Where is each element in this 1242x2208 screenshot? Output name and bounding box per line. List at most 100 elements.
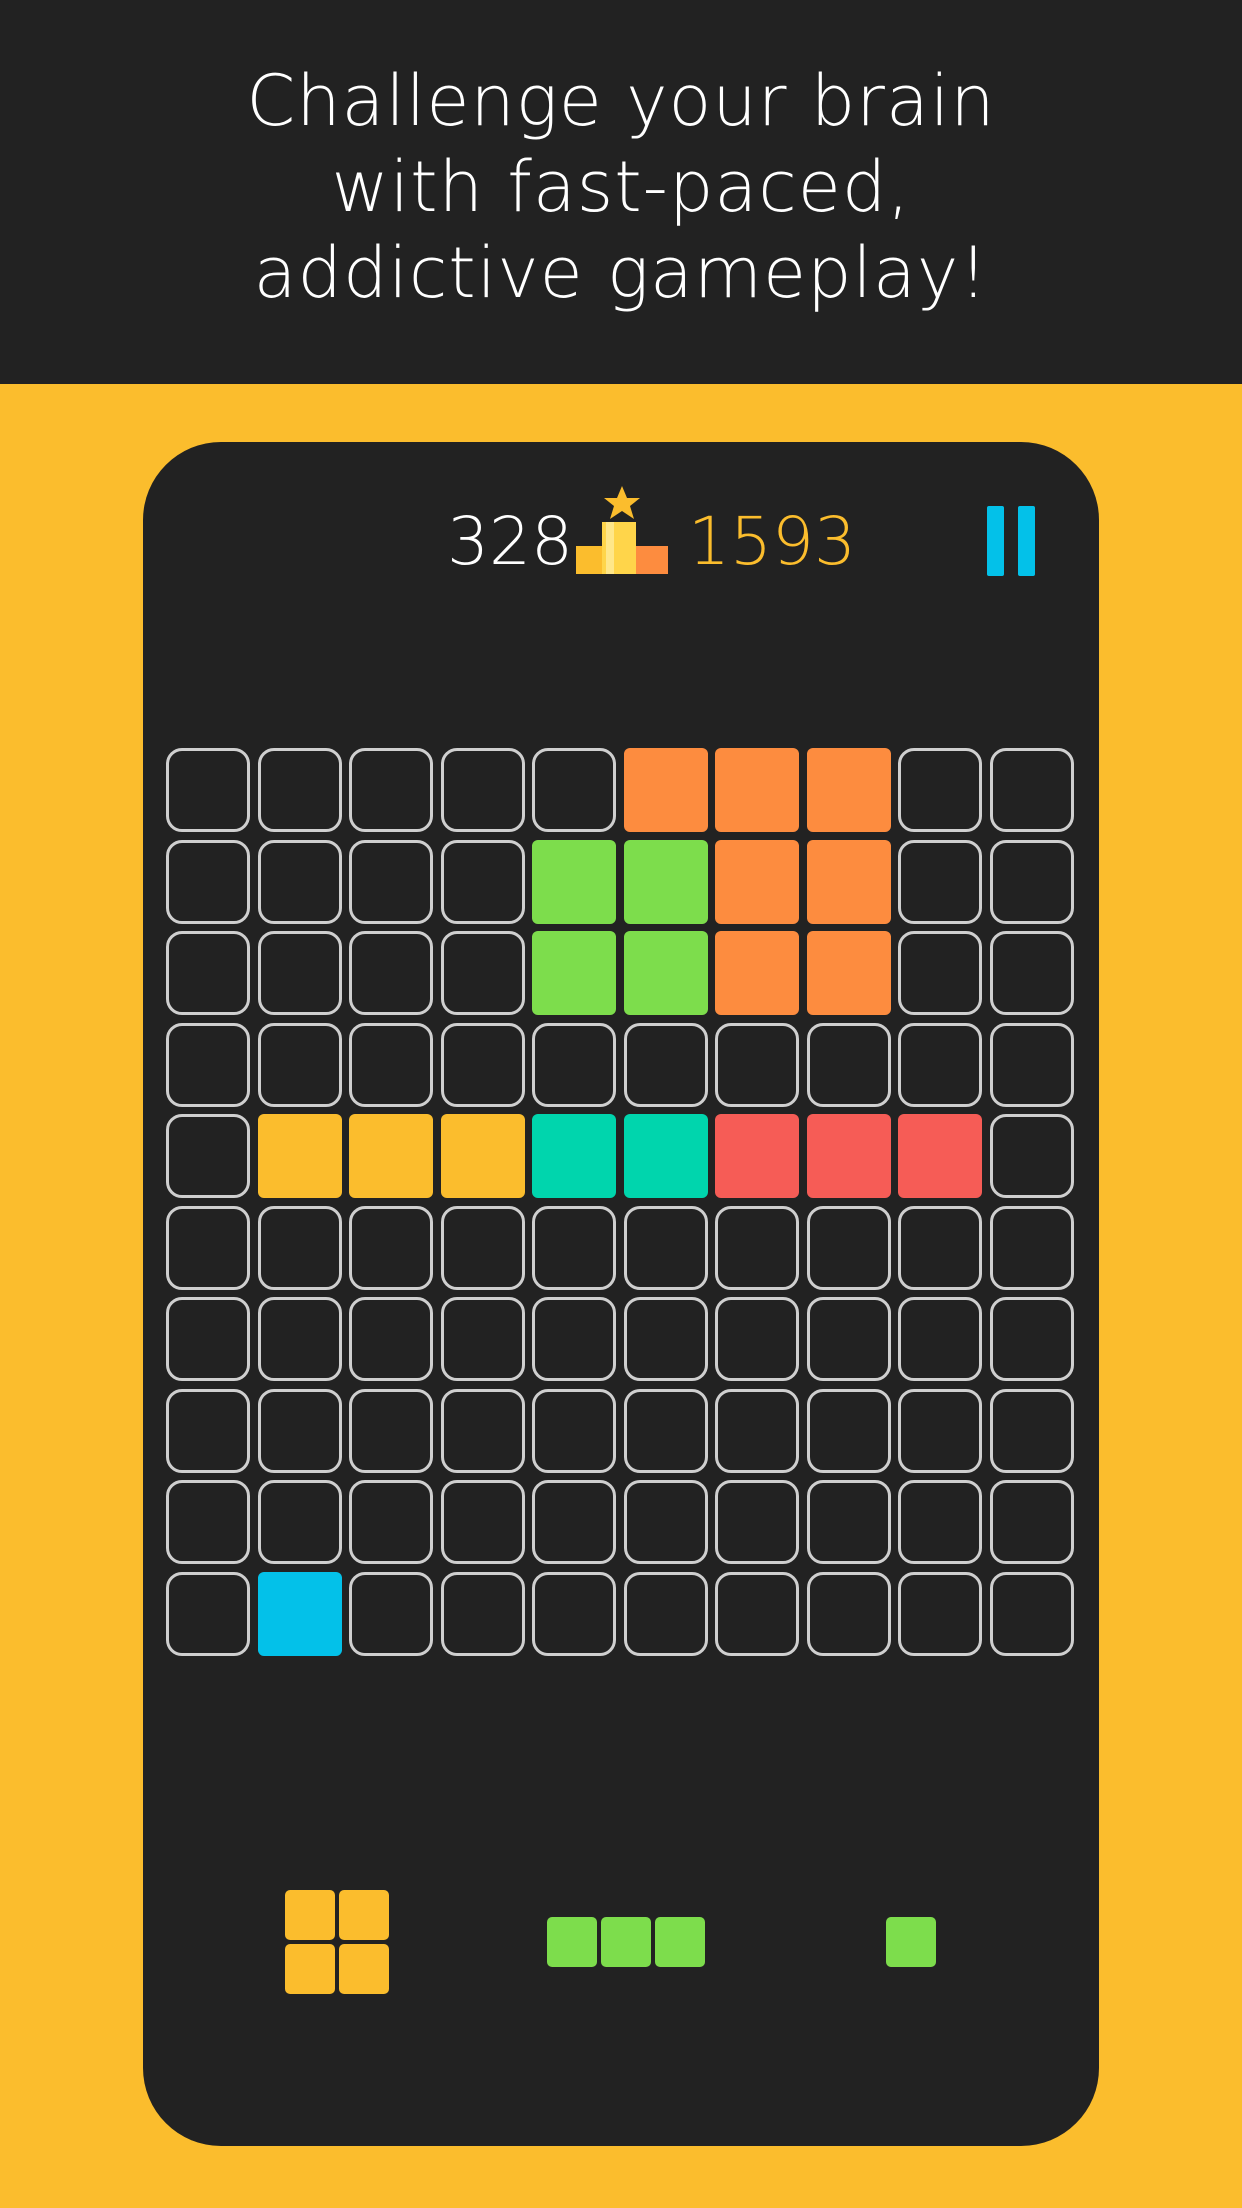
board-cell-filled[interactable] [532, 839, 616, 924]
board-cell-empty[interactable] [623, 1297, 708, 1381]
board-cell-empty[interactable] [166, 1388, 250, 1473]
board-cell-filled[interactable] [715, 1114, 799, 1198]
board-cell-empty[interactable] [349, 748, 433, 832]
board-cell-empty[interactable] [440, 839, 525, 924]
board-cell-empty[interactable] [440, 1571, 525, 1656]
board-cell-empty[interactable] [257, 931, 342, 1015]
board-cell-empty[interactable] [898, 1388, 982, 1473]
board-cell-empty[interactable] [349, 931, 433, 1015]
board-cell-empty[interactable] [806, 1480, 891, 1564]
board-cell-filled[interactable] [806, 839, 891, 924]
board-cell-empty[interactable] [349, 839, 433, 924]
board-cell-empty[interactable] [532, 1205, 616, 1290]
board-cell-empty[interactable] [623, 1480, 708, 1564]
tray-piece-single-1x1[interactable] [886, 1917, 936, 1967]
board-cell-filled[interactable] [532, 931, 616, 1015]
board-cell-filled[interactable] [806, 748, 891, 832]
board-cell-filled[interactable] [623, 748, 708, 832]
board-cell-empty[interactable] [532, 1022, 616, 1107]
board-cell-empty[interactable] [257, 1297, 342, 1381]
tray-piece-line-1x3[interactable] [547, 1917, 705, 1967]
board-cell-empty[interactable] [257, 1480, 342, 1564]
board-cell-empty[interactable] [623, 1022, 708, 1107]
board-cell-filled[interactable] [806, 931, 891, 1015]
board-cell-empty[interactable] [440, 931, 525, 1015]
board-cell-filled[interactable] [715, 748, 799, 832]
board-cell-empty[interactable] [532, 748, 616, 832]
board-cell-empty[interactable] [989, 1388, 1074, 1473]
board-cell-empty[interactable] [532, 1571, 616, 1656]
board-cell-empty[interactable] [623, 1205, 708, 1290]
board-cell-empty[interactable] [532, 1297, 616, 1381]
board-cell-empty[interactable] [257, 839, 342, 924]
board-cell-empty[interactable] [440, 1388, 525, 1473]
board-cell-empty[interactable] [989, 748, 1074, 832]
board-cell-filled[interactable] [623, 931, 708, 1015]
board-cell-empty[interactable] [898, 1022, 982, 1107]
board-cell-empty[interactable] [166, 1480, 250, 1564]
board-cell-empty[interactable] [440, 748, 525, 832]
board-cell-filled[interactable] [715, 839, 799, 924]
board-cell-empty[interactable] [898, 839, 982, 924]
board-cell-empty[interactable] [166, 931, 250, 1015]
board-cell-empty[interactable] [440, 1022, 525, 1107]
board-cell-empty[interactable] [715, 1022, 799, 1107]
game-board[interactable] [166, 748, 1076, 1658]
board-cell-empty[interactable] [532, 1388, 616, 1473]
board-cell-empty[interactable] [806, 1571, 891, 1656]
board-cell-empty[interactable] [166, 1114, 250, 1198]
board-cell-empty[interactable] [257, 1022, 342, 1107]
board-cell-empty[interactable] [532, 1480, 616, 1564]
board-cell-empty[interactable] [440, 1297, 525, 1381]
board-cell-filled[interactable] [715, 931, 799, 1015]
board-cell-empty[interactable] [806, 1388, 891, 1473]
board-cell-empty[interactable] [989, 1571, 1074, 1656]
board-cell-empty[interactable] [715, 1571, 799, 1656]
board-cell-filled[interactable] [623, 839, 708, 924]
board-cell-empty[interactable] [623, 1571, 708, 1656]
board-cell-empty[interactable] [166, 1297, 250, 1381]
pause-button[interactable] [987, 506, 1037, 576]
board-cell-empty[interactable] [440, 1480, 525, 1564]
board-cell-empty[interactable] [166, 748, 250, 832]
board-cell-empty[interactable] [349, 1205, 433, 1290]
board-cell-empty[interactable] [715, 1480, 799, 1564]
board-cell-empty[interactable] [166, 1022, 250, 1107]
board-cell-filled[interactable] [257, 1571, 342, 1656]
board-cell-empty[interactable] [806, 1297, 891, 1381]
board-cell-empty[interactable] [898, 1297, 982, 1381]
board-cell-empty[interactable] [715, 1297, 799, 1381]
board-cell-empty[interactable] [715, 1205, 799, 1290]
board-cell-empty[interactable] [989, 1480, 1074, 1564]
board-cell-filled[interactable] [806, 1114, 891, 1198]
board-cell-empty[interactable] [898, 1205, 982, 1290]
board-cell-filled[interactable] [349, 1114, 433, 1198]
board-cell-empty[interactable] [440, 1205, 525, 1290]
board-cell-filled[interactable] [257, 1114, 342, 1198]
board-cell-empty[interactable] [349, 1480, 433, 1564]
board-cell-empty[interactable] [349, 1571, 433, 1656]
board-cell-empty[interactable] [989, 1205, 1074, 1290]
board-cell-empty[interactable] [989, 931, 1074, 1015]
board-cell-filled[interactable] [623, 1114, 708, 1198]
board-cell-empty[interactable] [989, 1114, 1074, 1198]
board-cell-filled[interactable] [532, 1114, 616, 1198]
board-cell-empty[interactable] [257, 1388, 342, 1473]
board-cell-empty[interactable] [349, 1022, 433, 1107]
board-cell-empty[interactable] [898, 1571, 982, 1656]
board-cell-empty[interactable] [166, 1571, 250, 1656]
board-cell-empty[interactable] [989, 839, 1074, 924]
board-cell-empty[interactable] [349, 1297, 433, 1381]
board-cell-empty[interactable] [257, 1205, 342, 1290]
board-cell-empty[interactable] [166, 839, 250, 924]
board-cell-empty[interactable] [257, 748, 342, 832]
board-cell-empty[interactable] [989, 1022, 1074, 1107]
board-cell-empty[interactable] [898, 1480, 982, 1564]
board-cell-empty[interactable] [349, 1388, 433, 1473]
board-cell-empty[interactable] [989, 1297, 1074, 1381]
board-cell-empty[interactable] [898, 748, 982, 832]
board-cell-empty[interactable] [715, 1388, 799, 1473]
board-cell-filled[interactable] [898, 1114, 982, 1198]
tray-piece-square-2x2[interactable] [285, 1890, 389, 1994]
board-cell-empty[interactable] [166, 1205, 250, 1290]
